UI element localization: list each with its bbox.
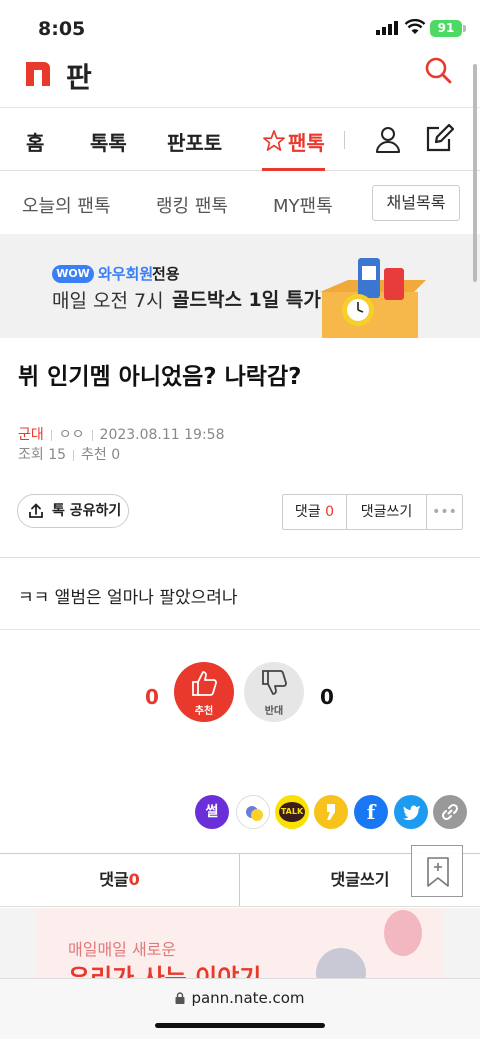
- sub-nav: 오늘의 팬톡 랭킹 팬톡 MY팬톡 채널목록: [0, 172, 480, 234]
- views-count: 15: [48, 447, 67, 463]
- main-nav: 홈 톡톡 판포토 팬톡: [0, 109, 480, 171]
- meta-divider: [73, 449, 75, 461]
- scrollbar[interactable]: [473, 64, 477, 282]
- post-body: ㅋㅋ 앨범은 얼마나 팔았으려나: [18, 588, 238, 608]
- kakaotalk-share-icon[interactable]: TALK: [275, 795, 309, 829]
- upvote-button[interactable]: 추천: [174, 662, 234, 722]
- meta-divider: [91, 429, 93, 441]
- link-chain-icon: [441, 803, 459, 821]
- comments-count: 0: [325, 504, 335, 520]
- write-icon[interactable]: [424, 123, 454, 153]
- subnav-ranking-fantalk[interactable]: 랭킹 팬톡: [156, 192, 228, 218]
- upvote-label: 추천: [194, 706, 214, 717]
- cellular-signal-icon: [376, 21, 398, 35]
- share-label: 톡 공유하기: [52, 503, 122, 519]
- ad-line1: 매일매일 새로운: [68, 940, 177, 959]
- battery-icon: 91: [430, 20, 466, 37]
- post-stats: 조회 15 추천 0: [18, 444, 120, 464]
- member-only-text: 전용: [152, 265, 180, 283]
- subnav-today-fantalk[interactable]: 오늘의 팬톡: [22, 192, 111, 218]
- battery-level: 91: [437, 21, 455, 35]
- status-time: 8:05: [38, 18, 86, 40]
- downvote-count: 0: [320, 685, 334, 709]
- bottom-comments-label: 댓글: [99, 870, 129, 889]
- band-dots-icon: [246, 806, 263, 821]
- tab-toktok[interactable]: 톡톡: [90, 127, 127, 156]
- write-comment-button[interactable]: 댓글쓰기: [347, 495, 427, 529]
- downvote-button[interactable]: 반대: [244, 662, 304, 722]
- bookmark-add-icon: [427, 857, 449, 887]
- active-tab-indicator: [262, 168, 325, 171]
- banner-time-text: 매일 오전 7시: [52, 290, 164, 312]
- ad-line2: 우리가 사는 이야기: [68, 964, 262, 978]
- status-bar: 8:05 91: [0, 0, 480, 48]
- upvote-count: 0: [145, 685, 159, 709]
- pann-logo-text[interactable]: 판: [66, 56, 92, 96]
- user-icon[interactable]: [374, 125, 402, 153]
- promo-banner[interactable]: WOW 와우회원 전용 매일 오전 7시 골드박스 1일 특가: [0, 234, 480, 338]
- app-header: 판: [0, 48, 480, 108]
- bottom-comments-count: 0: [128, 870, 140, 889]
- comments-button[interactable]: 댓글 0: [283, 495, 347, 529]
- band-share-icon[interactable]: [236, 795, 270, 829]
- subnav-my-fantalk[interactable]: MY팬톡: [273, 192, 333, 218]
- tab-fantalk[interactable]: 팬톡: [288, 127, 325, 156]
- ssul-share-icon[interactable]: 썰: [195, 795, 229, 829]
- search-icon[interactable]: [424, 56, 452, 84]
- banner-deal-text: 골드박스 1일 특가: [172, 289, 321, 311]
- post-date: 2023.08.11 19:58: [99, 427, 225, 443]
- url-text: pann.nate.com: [191, 989, 305, 1007]
- post-title: 뷔 인기멤 아니었음? 나락감?: [18, 364, 302, 390]
- twitter-bird-icon: [403, 805, 420, 820]
- browser-address-bar[interactable]: pann.nate.com: [0, 978, 480, 1039]
- thumbs-up-icon: [192, 671, 217, 696]
- wow-badge: WOW: [52, 265, 94, 283]
- tab-pannphoto[interactable]: 판포토: [167, 127, 222, 156]
- comments-label: 댓글: [294, 504, 321, 520]
- more-options-button[interactable]: •••: [427, 495, 462, 529]
- meta-divider: [50, 429, 52, 441]
- facebook-share-icon[interactable]: f: [354, 795, 388, 829]
- star-icon: [263, 130, 285, 151]
- copy-link-icon[interactable]: [433, 795, 467, 829]
- post-meta: 군대 ㅇㅇ 2023.08.11 19:58: [18, 424, 225, 444]
- kakaostory-share-icon[interactable]: [314, 795, 348, 829]
- wifi-icon: [404, 19, 426, 34]
- post-author: ㅇㅇ: [58, 427, 85, 443]
- url-display[interactable]: pann.nate.com: [0, 989, 480, 1007]
- divider: [0, 629, 480, 630]
- share-icon: [29, 503, 43, 518]
- nate-logo-icon[interactable]: [24, 60, 52, 86]
- lock-icon: [175, 992, 185, 1004]
- comment-action-group: 댓글 0 댓글쓰기 •••: [282, 494, 463, 530]
- home-indicator: [155, 1023, 325, 1028]
- kakaotalk-label: TALK: [279, 802, 305, 822]
- kakaotalk-share-button[interactable]: 톡 공유하기: [17, 494, 129, 528]
- balloon-image: [384, 910, 422, 956]
- wow-member-text: 와우회원: [98, 265, 154, 283]
- gift-box-illustration: [320, 258, 426, 338]
- recommend-label: 추천: [81, 447, 107, 463]
- bookmark-button[interactable]: [411, 845, 463, 897]
- thumbs-down-icon: [262, 670, 287, 695]
- twitter-share-icon[interactable]: [394, 795, 428, 829]
- kakaostory-mark-icon: [327, 804, 335, 820]
- advertisement-banner[interactable]: 매일매일 새로운 우리가 사는 이야기: [0, 908, 480, 978]
- views-label: 조회: [18, 447, 44, 463]
- divider: [0, 557, 480, 558]
- tab-home[interactable]: 홈: [26, 127, 44, 156]
- bottom-comments-button[interactable]: 댓글0: [0, 854, 240, 906]
- recommend-count: 0: [111, 447, 121, 463]
- downvote-label: 반대: [264, 706, 284, 717]
- bottom-comment-bar: 댓글0 댓글쓰기: [0, 853, 480, 907]
- post-category[interactable]: 군대: [18, 427, 44, 443]
- nav-divider: [344, 131, 345, 149]
- channel-list-button[interactable]: 채널목록: [372, 185, 460, 221]
